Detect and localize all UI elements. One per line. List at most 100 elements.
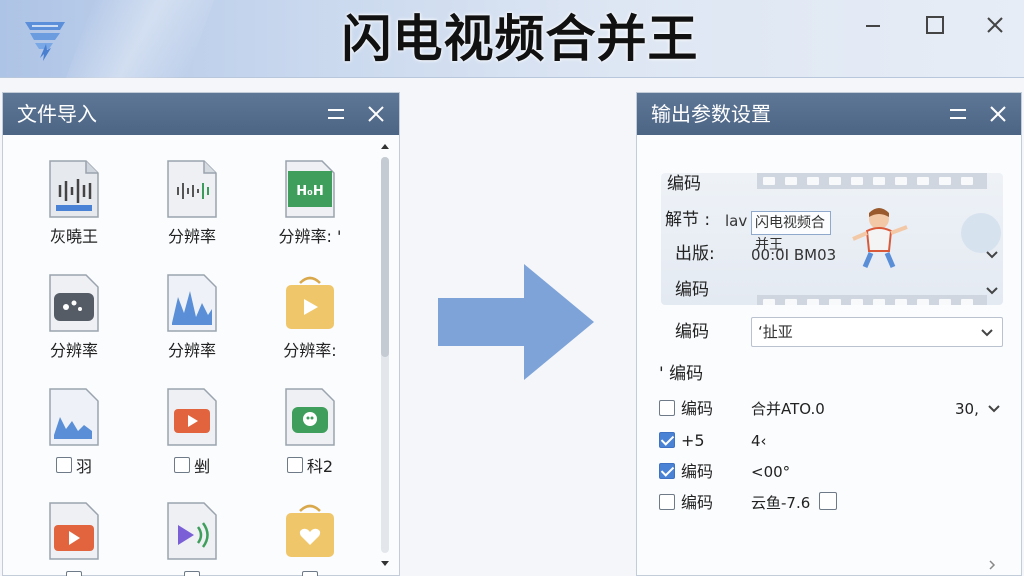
file-grid: 灰曉王 分辨率 H₀H 分辨率: ' 分辨率 分辨率 分辨率: 羽 剉 科2 <box>3 135 375 576</box>
chevron-down-icon[interactable] <box>985 250 999 260</box>
maximize-icon <box>926 16 944 34</box>
option-value: 4‹ <box>751 432 767 450</box>
file-item[interactable]: 科2 <box>255 363 365 476</box>
folder-play-icon <box>286 276 334 329</box>
green-chat-file-icon <box>285 388 335 446</box>
chevron-down-icon[interactable] <box>985 286 999 296</box>
option-label: 编码 <box>681 493 714 512</box>
file-checkbox[interactable] <box>66 571 82 576</box>
app-title: 闪电视频合并王 <box>341 10 699 68</box>
close-icon <box>987 17 1003 33</box>
output-settings-title: 输出参数设置 <box>651 102 771 126</box>
option-checkbox[interactable] <box>659 463 675 479</box>
file-item[interactable]: 分辨率 <box>19 249 129 360</box>
waveform-file-icon <box>167 274 217 332</box>
file-checkbox[interactable] <box>184 571 200 576</box>
file-label: 分辨率 <box>167 227 216 246</box>
option-value: 云鱼-7.6 <box>751 494 811 512</box>
file-label: 灰曉王 <box>49 227 98 246</box>
scroll-down-icon[interactable] <box>379 559 391 569</box>
output-settings-header: 输出参数设置 <box>637 93 1021 135</box>
option-label: 编码 <box>681 399 714 418</box>
maximize-button[interactable] <box>920 12 950 40</box>
file-item[interactable]: 分辨率: <box>255 249 365 360</box>
chevron-down-icon <box>981 329 993 337</box>
audio-file-icon <box>49 160 99 218</box>
file-item[interactable]: H₀H 分辨率: ' <box>255 135 365 246</box>
file-checkbox[interactable] <box>173 457 190 473</box>
chevron-right-icon[interactable] <box>987 559 997 571</box>
file-item[interactable] <box>255 477 365 576</box>
file-checkbox-row: 科2 <box>255 455 365 476</box>
preview-row2-value: 00:0I BM03 <box>751 246 837 264</box>
option-label: +5 <box>681 431 705 450</box>
file-item[interactable] <box>137 477 247 576</box>
chevron-down-icon[interactable] <box>987 404 1001 414</box>
file-label: 剉 <box>193 457 210 476</box>
close-icon <box>990 106 1006 122</box>
option-trailing-checkbox[interactable] <box>819 492 837 510</box>
file-item[interactable]: 分辨率 <box>137 249 247 360</box>
film-strip-bottom <box>757 295 987 305</box>
option-value: 合并ATO.0 <box>751 400 825 418</box>
video-file-icon <box>49 274 99 332</box>
file-import-header: 文件导入 <box>3 93 399 135</box>
file-import-title: 文件导入 <box>17 102 97 126</box>
window-close-button[interactable] <box>980 12 1010 40</box>
file-label: 羽 <box>75 457 92 476</box>
file-checkbox-row: 羽 <box>19 455 129 476</box>
codec-select-value: ‘扯亚 <box>758 323 793 341</box>
file-item[interactable]: 剉 <box>137 363 247 476</box>
scroll-up-icon[interactable] <box>379 141 391 151</box>
file-label: 分辨率: <box>283 341 337 360</box>
file-checkbox[interactable] <box>55 457 72 473</box>
image-file-icon: H₀H <box>285 160 335 218</box>
file-list-scrollbar[interactable] <box>375 139 395 571</box>
file-import-collapse-button[interactable] <box>325 103 347 125</box>
file-item[interactable]: 羽 <box>19 363 129 476</box>
svg-text:H₀H: H₀H <box>296 184 323 199</box>
minimize-button[interactable] <box>858 12 888 40</box>
file-item[interactable] <box>19 477 129 576</box>
option-row: 编码 合并ATO.0 30, <box>659 397 1009 421</box>
collapse-icon <box>950 109 966 119</box>
title-bar: 闪电视频合并王 <box>0 0 1024 78</box>
file-label: 分辨率: ' <box>278 227 342 246</box>
output-settings-close-button[interactable] <box>987 103 1009 125</box>
film-strip-top <box>757 173 987 189</box>
codec-label: 编码 <box>675 322 709 342</box>
file-label: 科2 <box>306 457 334 476</box>
minimize-icon <box>866 25 880 27</box>
file-item[interactable]: 灰曉王 <box>19 135 129 246</box>
option-extra-value: 30, <box>955 400 979 418</box>
option-value: <00° <box>751 463 791 481</box>
option-label: 编码 <box>681 462 714 481</box>
right-arrow-icon <box>438 264 594 380</box>
preview-row1-label: 解节 : <box>665 210 711 230</box>
option-checkbox[interactable] <box>659 432 675 448</box>
option-row: +5 4‹ <box>659 429 1009 453</box>
audio-play-file-icon <box>167 502 217 560</box>
output-settings-panel: 输出参数设置 编码 解节 : lav 闪电视频合并王 出版: 00:0I BM0… <box>636 92 1022 576</box>
scroll-thumb[interactable] <box>381 157 389 357</box>
file-checkbox[interactable] <box>286 457 303 473</box>
app-logo-icon <box>25 22 65 61</box>
video-file-icon <box>49 502 99 560</box>
file-checkbox-row <box>255 569 365 576</box>
collapse-icon <box>328 109 344 119</box>
codec-select[interactable]: ‘扯亚 <box>751 317 1003 347</box>
preview-row2-label: 出版: <box>675 244 715 264</box>
waveform-file-icon <box>49 388 99 446</box>
file-import-panel: 文件导入 灰曉王 分辨率 H₀H 分辨率: ' 分辨率 分辨率 分辨率: 羽 剉… <box>2 92 400 576</box>
preview-decor <box>961 213 1001 253</box>
option-row: 编码 云鱼-7.6 <box>659 491 1009 515</box>
option-checkbox[interactable] <box>659 494 675 510</box>
output-settings-collapse-button[interactable] <box>947 103 969 125</box>
file-item[interactable]: 分辨率 <box>137 135 247 246</box>
file-checkbox-row: 剉 <box>137 455 247 476</box>
option-checkbox[interactable] <box>659 400 675 416</box>
file-checkbox[interactable] <box>302 571 318 576</box>
file-import-close-button[interactable] <box>365 103 387 125</box>
preview-name-input[interactable]: 闪电视频合并王 <box>751 211 831 253</box>
mascot-illustration <box>852 208 908 268</box>
